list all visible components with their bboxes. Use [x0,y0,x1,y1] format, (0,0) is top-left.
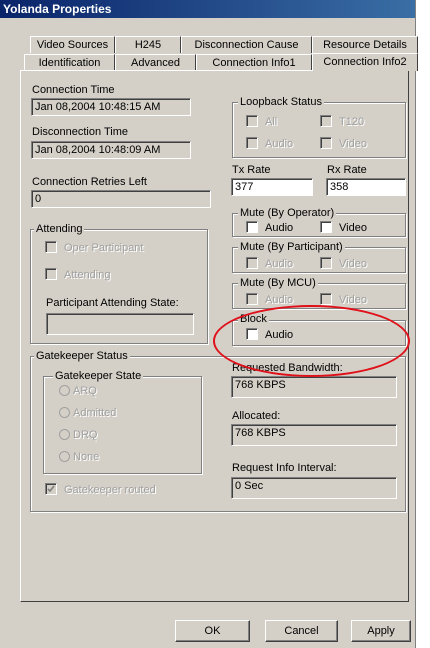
loopback-audio-label: Audio [265,138,294,150]
tx-rate-label: Tx Rate [232,164,271,176]
retries-label: Connection Retries Left [32,176,147,188]
mute-operator-title: Mute (By Operator) [238,207,337,219]
rx-rate-field: 358 [326,178,406,196]
request-interval-field: 0 Sec [231,477,397,499]
connection-time-label: Connection Time [32,84,115,96]
admitted-radio[interactable] [59,407,70,418]
connection-time-field: Jan 08,2004 10:48:15 AM [31,98,191,116]
tx-rate-field: 377 [231,178,313,196]
tab-connection-info2[interactable]: Connection Info2 [312,53,418,71]
tab-connection-info1[interactable]: Connection Info1 [196,54,312,71]
none-label: None [73,451,100,463]
loopback-video-label: Video [339,138,367,150]
mute-operator-audio-label: Audio [265,222,294,234]
cancel-button[interactable]: Cancel [265,620,338,642]
oper-participant-checkbox[interactable] [45,241,57,253]
loopback-t120-checkbox[interactable] [320,115,332,127]
loopback-group-title: Loopback Status [238,96,324,108]
allocated-field: 768 KBPS [231,424,397,446]
requested-bandwidth-field: 768 KBPS [231,376,397,398]
dialog-title: Yolanda Properties [0,0,415,18]
allocated-label: Allocated: [232,410,281,422]
gatekeeper-state-title: Gatekeeper State [53,370,144,382]
highlight-ellipse [213,305,410,377]
mute-mcu-audio-label: Audio [265,294,294,306]
request-interval-label: Request Info Interval: [232,462,337,474]
attending-state-label: Participant Attending State: [46,297,179,309]
mute-participant-video-checkbox[interactable] [320,257,332,269]
gatekeeper-routed-label: Gatekeeper routed [64,484,156,496]
mute-participant-video-label: Video [339,258,367,270]
tab-resource-details[interactable]: Resource Details [312,36,418,53]
apply-button[interactable]: Apply [351,620,411,642]
tab-video-sources[interactable]: Video Sources [30,36,115,53]
mute-mcu-video-label: Video [339,294,367,306]
gatekeeper-status-title: Gatekeeper Status [34,350,130,362]
ok-button[interactable]: OK [175,620,250,642]
loopback-all-checkbox[interactable] [246,115,258,127]
tab-identification[interactable]: Identification [24,54,115,71]
check-icon [47,485,55,493]
arq-radio[interactable] [59,385,70,396]
drq-label: DRQ [73,429,98,441]
loopback-all-label: All [265,116,278,128]
tab-disconnection-cause[interactable]: Disconnection Cause [181,36,312,53]
drq-radio[interactable] [59,429,70,440]
oper-participant-label: Oper Participant [64,242,144,254]
mute-participant-audio-label: Audio [265,258,294,270]
tab-h245[interactable]: H245 [115,36,181,53]
disconnection-time-field: Jan 08,2004 10:48:09 AM [31,141,191,159]
loopback-audio-checkbox[interactable] [246,137,258,149]
mute-mcu-title: Mute (By MCU) [238,277,318,289]
retries-field: 0 [31,190,211,208]
mute-participant-audio-checkbox[interactable] [246,257,258,269]
gatekeeper-routed-checkbox[interactable] [45,483,57,495]
admitted-label: Admitted [73,407,117,419]
disconnection-time-label: Disconnection Time [32,126,128,138]
mute-participant-title: Mute (By Participant) [238,241,345,253]
attending-group-title: Attending [34,223,85,235]
mute-operator-video-checkbox[interactable] [320,221,332,233]
none-radio[interactable] [59,451,70,462]
mute-mcu-video-checkbox[interactable] [320,293,332,305]
loopback-group [232,102,406,158]
mute-operator-video-label: Video [339,222,367,234]
loopback-video-checkbox[interactable] [320,137,332,149]
attending-state-field [46,313,194,335]
loopback-t120-label: T120 [339,116,365,128]
tab-advanced[interactable]: Advanced [115,54,196,71]
rx-rate-label: Rx Rate [327,164,367,176]
mute-operator-audio-checkbox[interactable] [246,221,258,233]
attending-checkbox[interactable] [45,268,57,280]
attending-label: Attending [64,269,111,281]
mute-mcu-audio-checkbox[interactable] [246,293,258,305]
arq-label: ARQ [73,385,97,397]
